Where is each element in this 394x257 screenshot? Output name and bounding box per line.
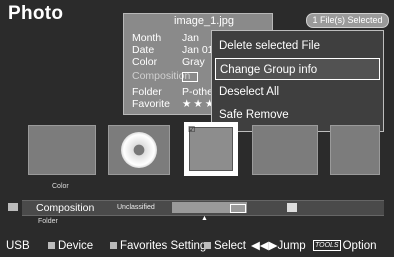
info-row-color: Color Gray <box>132 56 205 68</box>
flower-image <box>121 132 157 168</box>
thumbnail-photo[interactable] <box>252 125 318 175</box>
footer-help-bar: USB Device Favorites Setting Select ◀◀▶J… <box>0 236 394 257</box>
menu-item-deselect-all[interactable]: Deselect All <box>215 81 380 103</box>
footer-label: Favorites Setting <box>120 240 207 252</box>
sort-label-folder: Folder <box>38 218 58 225</box>
tools-menu: Delete selected File Change Group info D… <box>211 30 384 132</box>
selected-count-badge: 1 File(s) Selected <box>306 13 389 28</box>
composition-marker-icon <box>8 203 18 211</box>
thumbnail-image <box>189 127 233 171</box>
left-right-arrows-icon: ◀◀▶ <box>251 240 278 252</box>
footer-select[interactable]: Select <box>204 236 246 257</box>
check-icon: ☑ <box>188 125 196 134</box>
info-row-date: Date Jan 01 <box>132 44 214 56</box>
yellow-key-icon <box>204 242 211 250</box>
footer-usb: USB <box>6 240 30 252</box>
footer-option[interactable]: TOOLS Option <box>313 236 377 257</box>
composition-icon <box>182 72 198 82</box>
footer-label: Jump <box>277 240 306 252</box>
composition-icon <box>230 204 246 213</box>
sort-group-unclassified: Unclassified <box>117 204 155 211</box>
info-label: Date <box>132 44 155 56</box>
info-row-folder: Folder P-other <box>132 86 216 98</box>
footer-label: Option <box>342 240 377 252</box>
info-value: Gray <box>182 56 205 68</box>
sort-label-color: Color <box>52 183 69 190</box>
sort-current: Composition <box>36 202 95 214</box>
footer-favorites[interactable]: Favorites Setting <box>110 236 206 257</box>
info-label: Month <box>132 32 162 44</box>
footer-device[interactable]: Device <box>48 236 93 257</box>
info-label: Color <box>132 56 158 68</box>
footer-label: Device <box>58 240 94 252</box>
page-title: Photo <box>8 3 64 24</box>
thumbnail-photo[interactable] <box>330 125 380 175</box>
info-label: Favorite <box>132 98 170 110</box>
info-row-month: Month Jan <box>132 32 199 44</box>
menu-item-safe-remove[interactable]: Safe Remove <box>215 104 380 126</box>
menu-item-change-group-info[interactable]: Change Group info <box>215 58 380 80</box>
footer-label: Select <box>214 240 246 252</box>
info-value: Jan 01 <box>182 44 214 56</box>
info-label: Folder <box>132 86 162 98</box>
arrow-up-icon: ▲ <box>201 215 208 222</box>
footer-jump[interactable]: ◀◀▶Jump <box>251 236 306 257</box>
red-key-icon <box>48 242 55 250</box>
info-row-composition: Composition <box>132 70 198 82</box>
info-value: Jan <box>182 32 199 44</box>
tools-key-icon: TOOLS <box>313 240 341 252</box>
thumbnail-photo-selected[interactable]: ☑ <box>184 122 238 176</box>
thumbnail-photo[interactable] <box>108 125 170 175</box>
menu-item-delete-selected[interactable]: Delete selected File <box>215 35 380 57</box>
group-sort-bar[interactable]: Composition Unclassified <box>22 200 384 216</box>
photo-browser-screen: Photo image_1.jpg Month Jan Date Jan 01 … <box>0 0 394 257</box>
thumbnail-photo[interactable] <box>28 125 96 175</box>
green-key-icon <box>110 242 117 250</box>
file-name: image_1.jpg <box>174 15 234 27</box>
info-row-favorite: Favorite ★★★ <box>132 98 214 110</box>
composition-type-icon <box>287 203 297 212</box>
